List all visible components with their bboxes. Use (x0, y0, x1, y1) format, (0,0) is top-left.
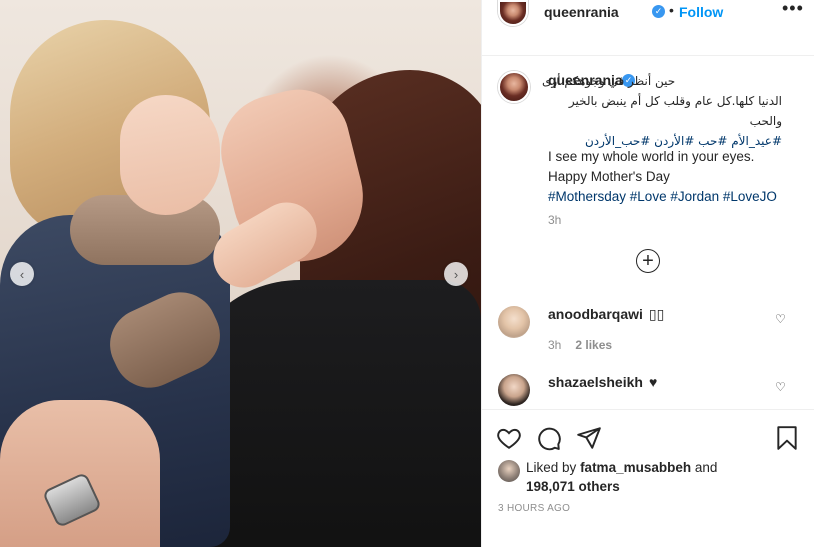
liked-by-avatar[interactable] (498, 460, 520, 482)
caption-english-text: I see my whole world in your eyes. Happy… (548, 147, 777, 207)
caption-arabic-line2: الدنيا كلها.كل عام وقلب كل أم ينبض بالخي… (568, 94, 782, 128)
plus-circle-icon: + (642, 250, 654, 272)
comment-like-heart-icon[interactable]: ♡ (775, 380, 786, 394)
instagram-post: ‹ › queenrania ✓ • Follow ••• queenrania… (0, 0, 814, 547)
comment-meta: 3h 2 likes (548, 338, 612, 352)
verified-badge-icon: ✓ (652, 5, 665, 18)
chevron-left-icon: ‹ (19, 266, 25, 282)
post-date[interactable]: 3 HOURS AGO (498, 503, 570, 514)
follow-button[interactable]: Follow (679, 4, 723, 20)
more-options-icon[interactable]: ••• (782, 0, 804, 19)
caption-english-line2: Happy Mother's Day (548, 169, 670, 184)
comment-username[interactable]: anoodbarqawi ▯▯ (548, 306, 664, 323)
comment-username[interactable]: shazaelsheikh ♥ (548, 374, 657, 390)
likes-count[interactable]: 198,071 others (526, 479, 620, 494)
caption-english-line1: I see my whole world in your eyes. (548, 149, 755, 164)
liked-by-username[interactable]: fatma_musabbeh (580, 460, 691, 475)
caption-time[interactable]: 3h (548, 213, 561, 227)
comment-username-text[interactable]: shazaelsheikh (548, 374, 643, 390)
liked-by-prefix: Liked by (526, 460, 577, 475)
caption-section: queenrania ✓ حين أنظر في وجوهكم أرى الدن… (482, 57, 814, 410)
author-avatar[interactable] (498, 0, 528, 26)
comment-text: ▯▯ (648, 306, 665, 322)
post-photo[interactable]: ‹ › (0, 0, 481, 547)
post-header: queenrania ✓ • Follow ••• (482, 0, 814, 56)
header-separator: • (669, 2, 674, 18)
paper-plane-icon[interactable] (576, 425, 602, 451)
commenter-avatar[interactable] (498, 306, 530, 338)
comment-username-text[interactable]: anoodbarqawi (548, 306, 643, 322)
comment-text: ♥ (648, 374, 658, 390)
load-more-comments-button[interactable]: + (636, 249, 660, 273)
liked-by-text: Liked by fatma_musabbeh and 198,071 othe… (526, 458, 806, 496)
commenter-avatar[interactable] (498, 374, 530, 406)
carousel-prev-button[interactable]: ‹ (10, 262, 34, 286)
chevron-right-icon: › (453, 266, 459, 282)
photo-girl-face (120, 95, 220, 215)
header-username[interactable]: queenrania (544, 4, 619, 20)
comment-likes[interactable]: 2 likes (575, 338, 612, 352)
caption-english-hashtags[interactable]: #Mothersday #Love #Jordan #LoveJO (548, 187, 777, 207)
liked-by-section: Liked by fatma_musabbeh and 198,071 othe… (482, 456, 814, 496)
comment-time[interactable]: 3h (548, 338, 561, 352)
caption-arabic-text: حين أنظر في وجوهكم أرى الدنيا كلها.كل عا… (542, 71, 782, 151)
heart-icon[interactable] (496, 425, 522, 451)
liked-by-conjunction: and (694, 460, 718, 475)
comment-bubble-icon[interactable] (536, 425, 562, 451)
bookmark-icon[interactable] (774, 425, 800, 451)
post-side-panel: queenrania ✓ • Follow ••• queenrania ✓ ح… (481, 0, 814, 547)
caption-author-avatar[interactable] (498, 71, 530, 103)
comment-like-heart-icon[interactable]: ♡ (775, 312, 786, 326)
caption-arabic-line1: حين أنظر في وجوهكم أرى (542, 74, 676, 88)
carousel-next-button[interactable]: › (444, 262, 468, 286)
